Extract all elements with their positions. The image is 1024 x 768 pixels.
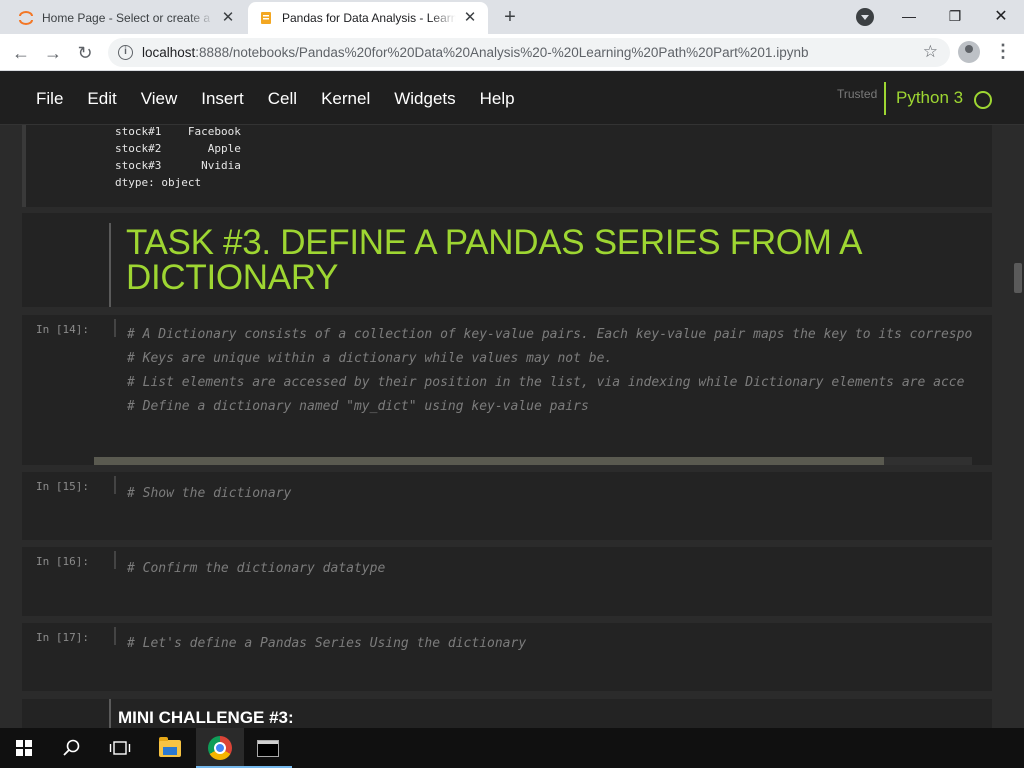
close-tab-icon[interactable]: ✕ — [462, 10, 478, 26]
close-tab-icon[interactable]: ✕ — [220, 10, 236, 26]
restore-button[interactable]: ❐ — [932, 0, 978, 32]
back-arrow-icon[interactable]: ← — [8, 40, 34, 66]
folder-icon — [159, 736, 181, 757]
cell-prompt-separator — [114, 551, 116, 569]
menu-cell[interactable]: Cell — [256, 89, 309, 109]
profile-avatar-icon[interactable] — [958, 41, 980, 63]
notebook-favicon-icon — [261, 12, 271, 24]
code-cell[interactable]: In [14]: # A Dictionary consists of a co… — [22, 315, 992, 465]
markdown-cell[interactable]: MINI CHALLENGE #3: — [22, 699, 992, 728]
tab-home-page[interactable]: Home Page - Select or create a notebook … — [8, 2, 246, 34]
output-line: stock#2 Apple — [115, 142, 241, 155]
terminal-taskbar-button[interactable] — [244, 728, 292, 768]
browser-menu-icon[interactable]: ⋮ — [994, 41, 1012, 63]
cell-left-border — [22, 125, 26, 207]
tab-title: Pandas for Data Analysis - Learning Path — [282, 11, 456, 25]
url-text[interactable]: localhost:8888/notebooks/Pandas%20for%20… — [142, 45, 808, 60]
menu-edit[interactable]: Edit — [75, 89, 128, 109]
reload-icon[interactable]: ↻ — [72, 40, 98, 66]
blockquote-bar — [109, 699, 111, 728]
windows-logo-icon — [16, 740, 32, 756]
cell-prompt: In [17]: — [36, 631, 89, 644]
menu-view[interactable]: View — [129, 89, 190, 109]
address-bar[interactable]: i localhost:8888/notebooks/Pandas%20for%… — [108, 38, 950, 67]
search-icon — [63, 739, 80, 756]
browser-toolbar: ← → ↻ i localhost:8888/notebooks/Pandas%… — [0, 34, 1024, 71]
tab-title: Home Page - Select or create a notebook — [42, 11, 214, 25]
tab-pandas-notebook[interactable]: Pandas for Data Analysis - Learning Path… — [248, 2, 488, 34]
code-cell[interactable]: In [17]: # Let's define a Pandas Series … — [22, 623, 992, 691]
kernel-divider — [884, 82, 886, 115]
cell-prompt-separator — [114, 627, 116, 645]
code-cell[interactable]: In [16]: # Confirm the dictionary dataty… — [22, 547, 992, 616]
code-line: # Keys are unique within a dictionary wh… — [127, 351, 613, 366]
url-host: localhost — [142, 45, 196, 60]
output-line: stock#3 Nvidia — [115, 159, 241, 172]
markdown-cell[interactable]: TASK #3. DEFINE A PANDAS SERIES FROM A D… — [22, 213, 992, 307]
cell-prompt: In [16]: — [36, 555, 89, 568]
cell-prompt-separator — [114, 476, 116, 494]
tab-search-icon[interactable] — [856, 8, 874, 26]
windows-taskbar — [0, 728, 1024, 768]
menu-widgets[interactable]: Widgets — [382, 89, 467, 109]
chrome-taskbar-button[interactable] — [196, 728, 244, 768]
task-heading: TASK #3. DEFINE A PANDAS SERIES FROM A D… — [126, 223, 861, 297]
menu-kernel[interactable]: Kernel — [309, 89, 382, 109]
menu-insert[interactable]: Insert — [189, 89, 256, 109]
cell-prompt: In [15]: — [36, 480, 89, 493]
code-line: # Show the dictionary — [127, 486, 292, 501]
task-view-button[interactable] — [96, 728, 144, 768]
trusted-indicator[interactable]: Trusted — [837, 87, 877, 101]
kernel-name[interactable]: Python 3 — [896, 88, 963, 108]
horizontal-scrollbar-thumb[interactable] — [94, 457, 884, 465]
terminal-icon — [257, 739, 279, 757]
url-path: :8888/notebooks/Pandas%20for%20Data%20An… — [195, 45, 809, 60]
forward-arrow-icon[interactable]: → — [40, 40, 66, 66]
cell-prompt: In [14]: — [36, 323, 89, 336]
windows-start-button[interactable] — [0, 728, 48, 768]
notebook-container: stock#1 Facebook stock#2 Apple stock#3 N… — [0, 125, 1024, 728]
bookmark-star-icon[interactable]: ☆ — [923, 42, 938, 62]
mini-challenge-heading: MINI CHALLENGE #3: — [118, 708, 294, 727]
output-line: stock#1 Facebook — [115, 125, 241, 138]
close-window-button[interactable]: ✕ — [978, 0, 1024, 32]
code-line: # A Dictionary consists of a collection … — [127, 327, 973, 342]
output-cell[interactable]: stock#1 Facebook stock#2 Apple stock#3 N… — [22, 125, 992, 207]
menu-help[interactable]: Help — [468, 89, 527, 109]
minimize-button[interactable]: — — [886, 0, 932, 32]
file-explorer-button[interactable] — [146, 728, 194, 768]
cell-prompt-separator — [114, 319, 116, 337]
vertical-scrollbar-thumb[interactable] — [1014, 263, 1022, 293]
menu-file[interactable]: File — [24, 89, 75, 109]
output-line: dtype: object — [115, 176, 202, 189]
browser-tab-strip: Home Page - Select or create a notebook … — [0, 0, 1024, 34]
task-view-icon — [109, 741, 131, 755]
code-line: # Confirm the dictionary datatype — [127, 561, 386, 576]
code-line: # Let's define a Pandas Series Using the… — [127, 636, 527, 651]
code-line: # List elements are accessed by their po… — [127, 375, 965, 390]
search-button[interactable] — [48, 728, 96, 768]
code-cell[interactable]: In [15]: # Show the dictionary — [22, 472, 992, 540]
code-line: # Define a dictionary named "my_dict" us… — [127, 399, 589, 414]
jupyter-favicon-icon — [19, 11, 33, 25]
chrome-icon — [208, 736, 232, 760]
kernel-status-icon — [974, 91, 992, 109]
site-info-icon[interactable]: i — [118, 45, 133, 60]
menubar: File Edit View Insert Cell Kernel Widget… — [24, 72, 527, 125]
blockquote-bar — [109, 223, 111, 307]
new-tab-button[interactable]: + — [498, 6, 522, 30]
